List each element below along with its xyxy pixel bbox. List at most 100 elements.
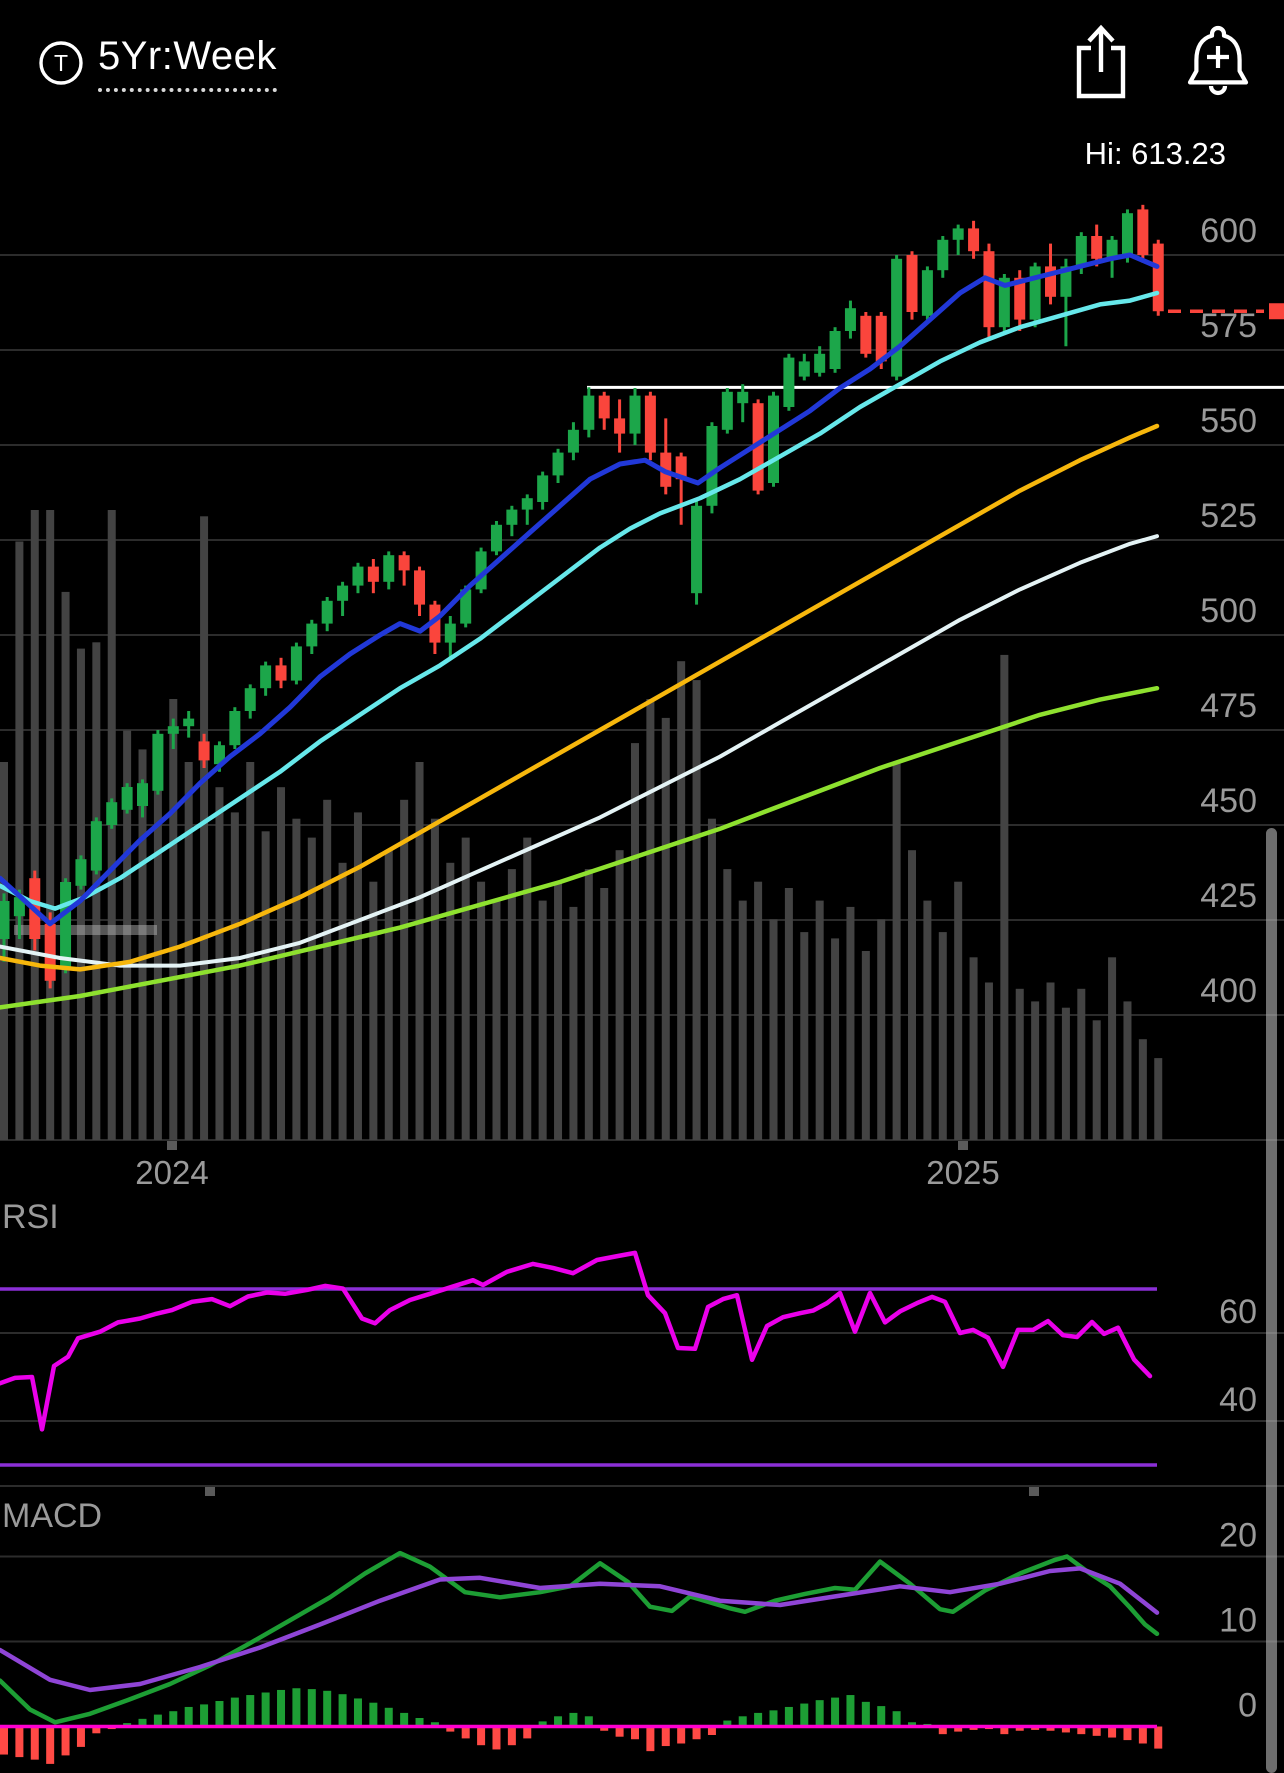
candle-up: [290, 646, 302, 681]
macd-histogram-up: [338, 1694, 347, 1727]
volume-bar: [323, 799, 332, 1140]
volume-bar: [969, 957, 978, 1140]
volume-bar: [507, 869, 516, 1140]
macd-axis-label: 10: [1219, 1602, 1257, 1640]
macd-histogram-up: [384, 1707, 393, 1727]
candle-down: [968, 228, 980, 252]
price-axis-label: 600: [1200, 212, 1257, 250]
ticker-letter: T: [54, 50, 68, 76]
volume-bar: [184, 762, 193, 1140]
volume-bar: [292, 818, 301, 1140]
macd-line: [0, 1550, 1160, 1725]
chart-canvas[interactable]: 600 575 550 525 500 475 450 425 400 60 40 20 10 0: [0, 0, 1284, 1773]
candle-up: [891, 258, 903, 377]
candle-up: [937, 239, 949, 271]
volume-bar: [169, 699, 178, 1140]
volume-bar: [230, 812, 239, 1140]
macd-axis-label: 20: [1219, 1517, 1257, 1555]
alert-add-icon[interactable]: [1186, 22, 1250, 104]
timeframe-selector[interactable]: T 5Yr:Week: [38, 34, 277, 92]
volume-bar: [415, 762, 424, 1140]
candle-up: [921, 270, 933, 316]
volume-bar: [1123, 1001, 1132, 1140]
x-axis-tick: [205, 1487, 215, 1496]
macd-histogram-up: [215, 1701, 224, 1727]
volume-bar: [1046, 982, 1055, 1140]
candle-down: [198, 741, 210, 761]
candle-up: [583, 395, 595, 430]
candle-down: [275, 665, 287, 681]
price-axis-label: 475: [1200, 687, 1257, 725]
volume-bar: [46, 510, 55, 1140]
volume-bar: [723, 869, 732, 1140]
macd-histogram-down: [523, 1726, 532, 1739]
volume-bar: [400, 799, 409, 1140]
volume-bar: [923, 900, 932, 1140]
volume-bar: [61, 591, 70, 1140]
candle-up: [352, 566, 364, 586]
candle-up: [691, 505, 703, 594]
volume-bar: [430, 818, 439, 1140]
volume-bar: [1138, 1039, 1147, 1140]
macd-histogram-down: [0, 1726, 8, 1755]
volume-bar: [369, 881, 378, 1140]
macd-histogram-down: [76, 1726, 85, 1747]
volume-bar: [861, 951, 870, 1140]
macd-histogram-up: [353, 1698, 362, 1727]
volume-bar: [692, 680, 701, 1140]
volume-bar: [707, 818, 716, 1140]
candle-up: [629, 395, 641, 434]
volume-bar: [1108, 957, 1117, 1140]
volume-bar: [384, 850, 393, 1140]
volume-bar: [938, 932, 947, 1140]
macd-histogram-down: [507, 1726, 516, 1746]
candle-up: [152, 733, 164, 791]
candle-up: [121, 787, 133, 810]
scrollbar[interactable]: [1266, 828, 1277, 1773]
share-icon[interactable]: [1072, 22, 1130, 102]
price-axis-label: 550: [1200, 402, 1257, 440]
timeframe-label: 5Yr:Week: [98, 34, 277, 92]
volume-bar: [846, 906, 855, 1140]
volume-bar: [353, 812, 362, 1140]
candle-up: [306, 623, 318, 647]
candle-up: [90, 821, 102, 871]
macd-histogram-down: [46, 1726, 55, 1764]
last-price-tag: [1269, 303, 1284, 320]
candle-down: [614, 418, 626, 434]
volume-bar: [30, 510, 39, 1140]
rsi-panel-label: RSI: [2, 1198, 59, 1236]
candle-up: [1075, 236, 1087, 267]
volume-bar: [261, 831, 270, 1140]
candle-down: [906, 255, 918, 312]
candle-up: [552, 452, 564, 476]
rsi-axis-label: 60: [1219, 1293, 1257, 1331]
volume-bar: [892, 762, 901, 1140]
volume-bar: [1077, 988, 1086, 1140]
macd-histogram-down: [1138, 1726, 1147, 1744]
macd-histogram-up: [846, 1695, 855, 1727]
candle-up: [167, 726, 179, 734]
macd-histogram-down: [492, 1726, 501, 1750]
macd-histogram-up: [246, 1695, 255, 1727]
candle-up: [444, 623, 456, 643]
macd-histogram-up: [230, 1697, 239, 1727]
candle-up: [506, 509, 518, 525]
x-axis-year-2024: 2024: [135, 1154, 209, 1191]
candle-down: [367, 566, 379, 582]
candle-up: [229, 711, 241, 746]
candle-down: [1091, 236, 1103, 259]
macd-histogram-up: [261, 1692, 270, 1727]
volume-bar: [584, 869, 593, 1140]
candle-up: [321, 600, 333, 624]
volume-bar: [477, 881, 486, 1140]
candle-up: [521, 498, 533, 510]
volume-bar: [338, 862, 347, 1140]
macd-histogram-down: [661, 1726, 670, 1747]
volume-bar: [1061, 1007, 1070, 1140]
candle-up: [337, 585, 349, 601]
volume-bar: [1031, 1001, 1040, 1140]
macd-histogram-up: [569, 1712, 578, 1727]
candle-up: [829, 331, 841, 369]
volume-bar: [277, 787, 286, 1140]
